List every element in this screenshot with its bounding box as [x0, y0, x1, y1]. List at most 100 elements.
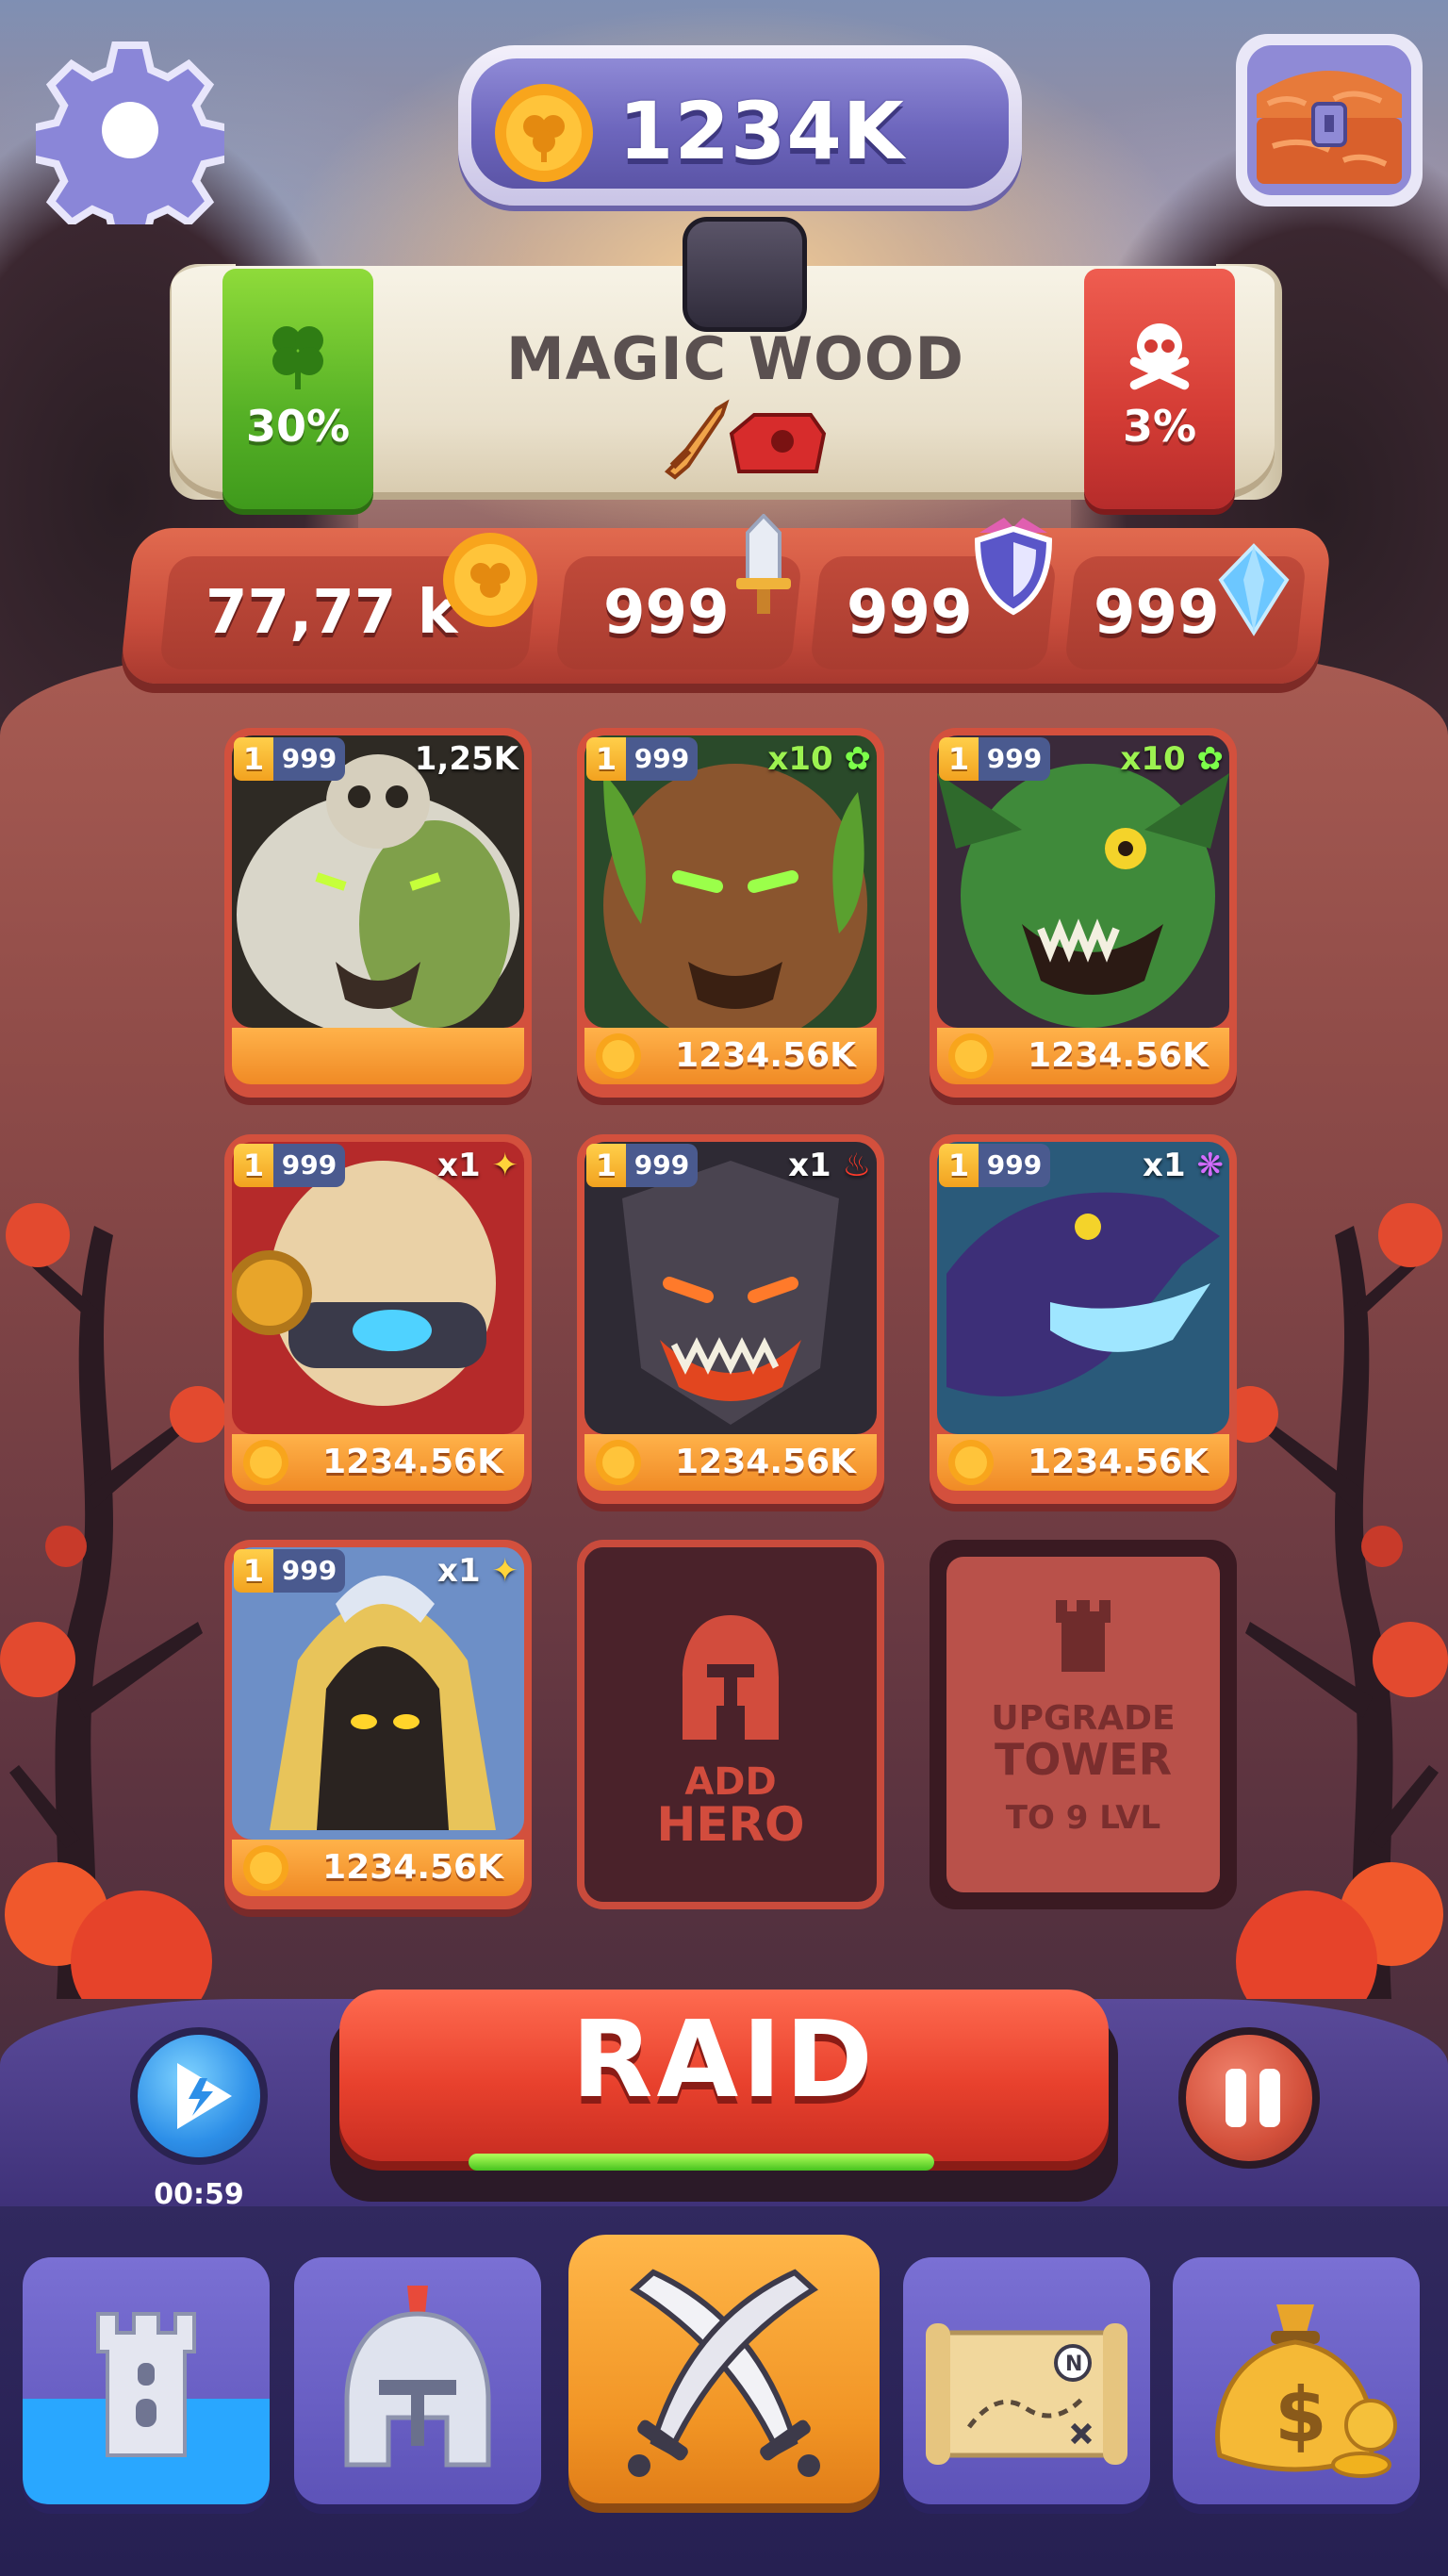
hero-card-5[interactable]: 1234.56K 1 999 x1 ♨	[577, 1134, 884, 1504]
hero-card-1[interactable]: 1 999 1,25K	[224, 728, 532, 1098]
hero-card-6[interactable]: 1234.56K 1 999 x1 ❋	[930, 1134, 1237, 1504]
gold-coin-icon	[443, 533, 537, 627]
nav-map[interactable]: N	[903, 2257, 1150, 2504]
add-hero-label-1: ADD	[684, 1760, 777, 1804]
location-title: MAGIC WOOD	[506, 324, 964, 393]
card-multiplier: x10 ✿	[767, 740, 872, 778]
nav-shop[interactable]: $	[1173, 2257, 1420, 2504]
crossed-swords-icon	[628, 2269, 820, 2477]
tower-icon	[23, 2312, 270, 2504]
treasure-chest-button[interactable]	[1230, 28, 1428, 212]
fire-icon: ♨	[842, 1147, 871, 1184]
gold-income-text: 77,77 k	[206, 578, 458, 648]
svg-text:N: N	[1065, 2353, 1082, 2376]
skull-crossbones-icon	[1129, 323, 1190, 390]
card-power: 999	[979, 737, 1050, 781]
leaf-icon: ✿	[844, 740, 872, 778]
sword-loot-icon	[664, 399, 730, 480]
svg-text:$: $	[1275, 2371, 1327, 2459]
gold-coin-icon	[243, 1845, 288, 1891]
defense-stat-text: 999	[847, 578, 973, 648]
holy-light-icon: ✦	[491, 1552, 519, 1590]
card-level: 1	[939, 737, 979, 781]
ad-timer: 00:59	[154, 2178, 244, 2211]
attack-stat-text: 999	[603, 578, 730, 648]
hero-card-3[interactable]: 1234.56K 1 999 x10 ✿	[930, 728, 1237, 1098]
helmet-icon	[344, 2286, 491, 2468]
card-power: 999	[626, 1144, 698, 1187]
gems-stat-text: 999	[1094, 578, 1220, 648]
add-hero-label-2: HERO	[656, 1797, 805, 1852]
card-price-bar: 1234.56K	[232, 1434, 524, 1491]
raid-button-label: RAID	[571, 1999, 877, 2122]
card-level: 1	[234, 737, 273, 781]
nav-raid[interactable]	[568, 2235, 880, 2503]
location-loot-icons	[664, 399, 827, 480]
card-price-bar: 1234.56K	[232, 1840, 524, 1896]
card-level: 1	[586, 1144, 626, 1187]
arcane-icon: ❋	[1196, 1147, 1225, 1184]
raid-progress-bar	[469, 2154, 934, 2171]
card-price-bar	[232, 1028, 524, 1084]
card-multiplier: x1 ✦	[437, 1552, 519, 1590]
watch-ad-button[interactable]	[130, 2027, 268, 2165]
dead-tree-left-icon	[0, 1018, 236, 2032]
pause-icon	[1226, 2069, 1246, 2127]
card-power: 999	[273, 737, 345, 781]
leaf-icon: ✿	[1196, 740, 1225, 778]
gold-coin-icon	[596, 1033, 641, 1079]
card-level: 1	[939, 1144, 979, 1187]
coin-balance-panel: 1234K	[458, 45, 1022, 206]
luck-flag: 30%	[222, 269, 373, 509]
armor-loot-icon	[729, 413, 827, 473]
danger-flag: 3%	[1084, 269, 1235, 509]
coin-balance-text: 1234K	[618, 85, 905, 177]
holy-light-icon: ✦	[491, 1147, 519, 1184]
settings-gear-button[interactable]	[28, 36, 232, 245]
card-multiplier: x1 ♨	[788, 1147, 871, 1184]
dead-tree-right-icon	[1212, 1018, 1448, 2032]
helmet-icon	[683, 1615, 779, 1740]
card-price-bar: 1234.56K	[937, 1434, 1229, 1491]
play-bolt-icon	[177, 2063, 232, 2129]
add-hero-slot[interactable]: ADD HERO	[577, 1540, 884, 1909]
locked-slot-upgrade-tower: UPGRADE TOWER TO 9 LVL	[930, 1540, 1237, 1909]
money-bag-icon: $	[1215, 2304, 1397, 2478]
banner-notch	[683, 217, 807, 332]
card-power: 999	[979, 1144, 1050, 1187]
shield-icon	[974, 518, 1053, 616]
card-power: 999	[273, 1144, 345, 1187]
card-level: 1	[234, 1144, 273, 1187]
card-multiplier: x1 ✦	[437, 1147, 519, 1184]
card-multiplier: x1 ❋	[1143, 1147, 1225, 1184]
gear-icon	[28, 41, 232, 245]
map-icon: N	[926, 2323, 1127, 2465]
hero-card-4[interactable]: 1234.56K 1 999 x1 ✦	[224, 1134, 532, 1504]
card-price-bar: 1234.56K	[584, 1434, 877, 1491]
gold-coin-icon	[495, 84, 593, 182]
card-multiplier: x10 ✿	[1120, 740, 1225, 778]
hero-card-7[interactable]: 1234.56K 1 999 x1 ✦	[224, 1540, 532, 1909]
card-power: 999	[626, 737, 698, 781]
hero-card-2[interactable]: 1234.56K 1 999 x10 ✿	[577, 728, 884, 1098]
raid-progress-fill	[469, 2154, 934, 2171]
card-level: 1	[586, 737, 626, 781]
treasure-chest-icon	[1236, 34, 1423, 206]
card-price: 1234.56K	[675, 1036, 856, 1075]
card-price: 1234.56K	[1028, 1036, 1209, 1075]
raid-button[interactable]: RAID	[339, 1990, 1109, 2161]
pause-button[interactable]	[1178, 2027, 1320, 2169]
nav-tower[interactable]	[23, 2257, 270, 2504]
gold-coin-icon	[948, 1033, 994, 1079]
upgrade-label-1: UPGRADE	[991, 1699, 1176, 1738]
card-price-bar: 1234.56K	[584, 1028, 877, 1084]
card-price: 1234.56K	[322, 1443, 503, 1481]
tower-lock-icon	[1056, 1600, 1111, 1672]
nav-heroes[interactable]	[294, 2257, 541, 2504]
diamond-gem-icon	[1218, 543, 1290, 636]
card-price-bar: 1234.56K	[937, 1028, 1229, 1084]
card-price: 1234.56K	[322, 1848, 503, 1887]
card-power: 999	[273, 1549, 345, 1593]
danger-percent: 3%	[1122, 401, 1197, 452]
card-level: 1	[234, 1549, 273, 1593]
